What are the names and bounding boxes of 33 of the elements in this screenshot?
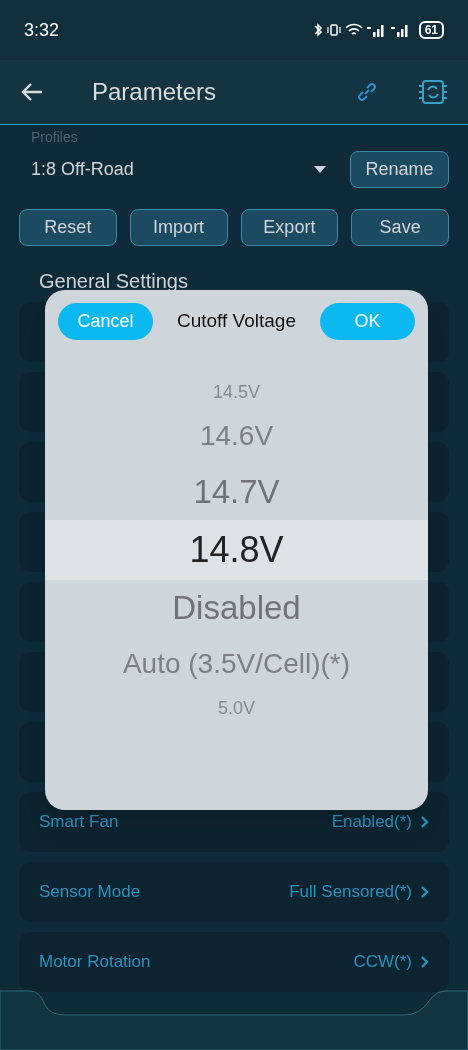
voltage-option[interactable]: 14.8V	[45, 520, 428, 580]
setting-row[interactable]: Motor Rotation CCW(*)	[19, 932, 449, 992]
link-icon[interactable]	[356, 81, 378, 103]
action-button[interactable]: Import	[129, 209, 228, 246]
bluetooth-icon	[312, 23, 323, 37]
voltage-option[interactable]: Disabled	[45, 580, 428, 636]
chip-sync-icon[interactable]	[418, 77, 448, 107]
clock: 3:32	[24, 18, 60, 42]
voltage-option[interactable]: Auto (3.5V/Cell)(*)	[45, 636, 428, 692]
setting-row[interactable]: Sensor Mode Full Sensored(*)	[19, 862, 449, 922]
dialog-title: Cutoff Voltage	[177, 309, 296, 334]
back-arrow-icon[interactable]	[20, 82, 44, 102]
vibrate-icon	[326, 24, 341, 36]
action-button[interactable]: Save	[351, 209, 449, 246]
voltage-option[interactable]: 5.0V	[45, 692, 428, 724]
chevron-right-icon	[420, 815, 429, 829]
chevron-right-icon	[420, 885, 429, 899]
action-button[interactable]: Export	[240, 209, 339, 246]
dropdown-caret-icon	[314, 165, 326, 173]
battery-indicator: 61	[418, 21, 444, 39]
chevron-right-icon	[420, 955, 429, 969]
voltage-option[interactable]: 14.6V	[45, 408, 428, 464]
rename-button[interactable]: Rename	[350, 150, 449, 188]
profile-dropdown[interactable]: 1:8 Off-Road	[19, 149, 350, 189]
profiles-label: Profiles	[30, 128, 79, 147]
action-button[interactable]: Reset	[19, 209, 117, 246]
section-title: General Settings	[38, 269, 189, 294]
page-title: Parameters	[92, 77, 217, 107]
signal-icon	[366, 23, 387, 37]
wifi-icon	[344, 23, 363, 37]
voltage-option[interactable]: 14.5V	[45, 376, 428, 408]
signal-icon	[390, 23, 411, 37]
voltage-option[interactable]: 14.7V	[45, 464, 428, 520]
